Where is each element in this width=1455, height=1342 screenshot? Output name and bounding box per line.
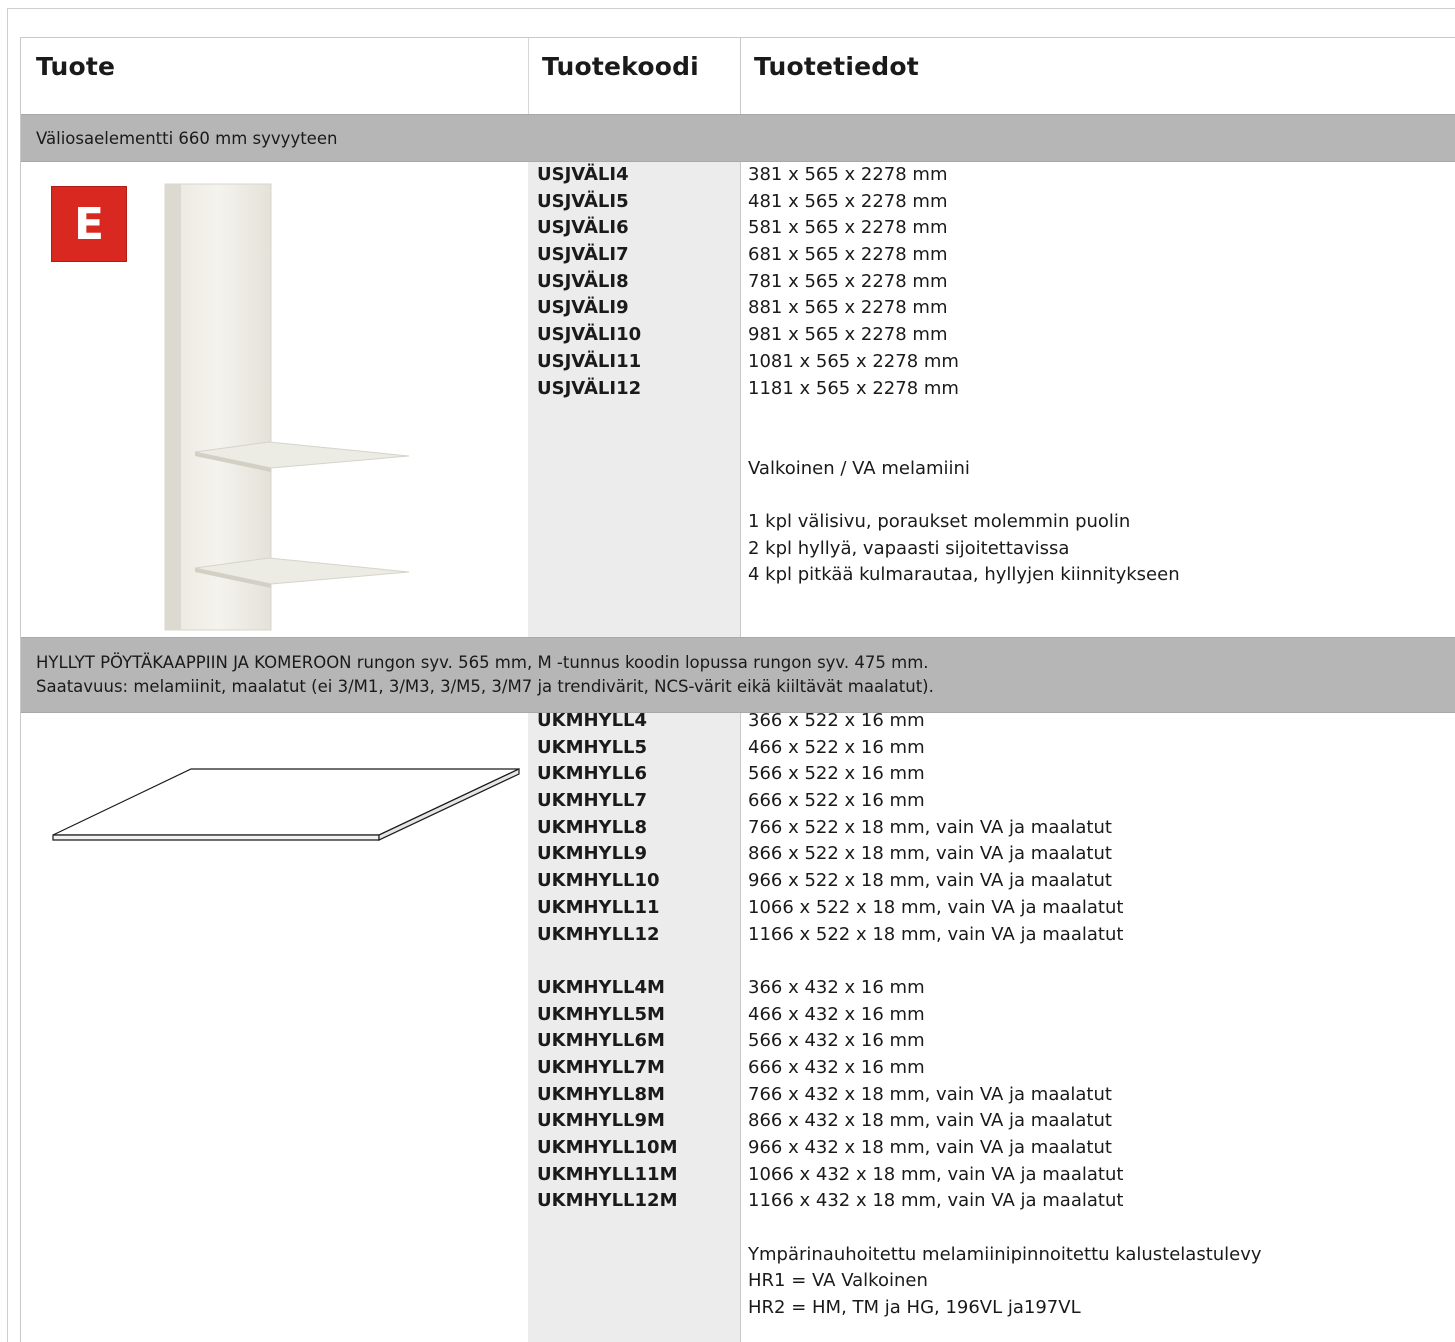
product-row-valiosa: E USJVÄLI4 USJVÄLI5 USJVÄLI6 USJVÄLI7 US… [21,162,1455,637]
dimension-text: 966 x 432 x 18 mm, vain VA ja maalatut [748,1137,1112,1158]
dimension-text: 681 x 565 x 2278 mm [748,244,948,266]
material-text: Valkoinen / VA melamiini [748,457,970,479]
section-subtitle: Saatavuus: melamiinit, maalatut (ei 3/M1… [36,677,934,696]
dimension-text: 866 x 432 x 18 mm, vain VA ja maalatut [748,1110,1112,1132]
dimension-text: 466 x 522 x 16 mm [748,736,925,758]
shelf-image [52,768,520,841]
dimension-text: 1066 x 432 x 18 mm, vain VA ja maalatut [748,1163,1124,1185]
product-code: UKMHYLL4M [537,976,665,998]
notes-text: Ympärinauhoitettu melamiinipinnoitettu k… [748,1243,1262,1265]
product-code: UKMHYLL11M [537,1163,678,1185]
section-title: Väliosaelementti 660 mm syvyyteen [36,129,338,148]
contents-text: 4 kpl pitkää kulmarautaa, hyllyjen kiinn… [748,564,1180,586]
product-codes-list: UKMHYLL4 UKMHYLL5 UKMHYLL6 UKMHYLL7 UKMH… [537,708,677,1215]
dimension-text: 781 x 565 x 2278 mm [748,270,948,292]
header-divider-1 [528,38,529,114]
dimension-text: 766 x 432 x 18 mm, vain VA ja maalatut [748,1083,1112,1105]
product-code: UKMHYLL9M [537,1110,665,1132]
header-tuote: Tuote [36,52,116,81]
product-code: UKMHYLL10 [537,870,660,892]
partition-element-image [164,183,410,631]
product-code: UKMHYLL7M [537,1056,665,1078]
product-codes-list: USJVÄLI4 USJVÄLI5 USJVÄLI6 USJVÄLI7 USJV… [537,162,641,402]
column-divider [740,162,741,637]
dimension-text: 581 x 565 x 2278 mm [748,217,948,239]
product-table: Tuote Tuotekoodi Tuotetiedot Väliosaelem… [20,37,1455,1342]
dimension-text: 566 x 432 x 16 mm [748,1030,925,1052]
dimension-text: 566 x 522 x 16 mm [748,763,925,785]
dimension-text: 481 x 565 x 2278 mm [748,190,948,212]
product-code: UKMHYLL8 [537,816,648,838]
product-code: USJVÄLI6 [537,217,629,239]
product-code: UKMHYLL10M [537,1137,678,1158]
dimension-text: 1081 x 565 x 2278 mm [748,350,959,372]
product-code: UKMHYLL7 [537,790,648,812]
dimension-text: 381 x 565 x 2278 mm [748,164,948,185]
column-divider [740,713,741,1342]
dimension-text: 981 x 565 x 2278 mm [748,324,948,346]
dimension-text: 1166 x 432 x 18 mm, vain VA ja maalatut [748,1190,1124,1212]
product-code: USJVÄLI11 [537,350,642,372]
product-code: UKMHYLL5M [537,1003,665,1025]
dimension-text: 466 x 432 x 16 mm [748,1003,925,1025]
product-code: UKMHYLL6M [537,1030,665,1052]
dimension-text: 666 x 522 x 16 mm [748,790,925,812]
contents-text: 1 kpl välisivu, poraukset molemmin puoli… [748,510,1131,532]
dimension-text: 366 x 522 x 16 mm [748,710,925,731]
dimension-text: 1066 x 522 x 18 mm, vain VA ja maalatut [748,896,1124,918]
product-code: USJVÄLI4 [537,164,629,185]
section-header-valiosa: Väliosaelementti 660 mm syvyyteen [21,114,1455,162]
dimension-text: 1181 x 565 x 2278 mm [748,377,959,399]
dimension-text: 666 x 432 x 16 mm [748,1056,925,1078]
header-tuotekoodi: Tuotekoodi [542,52,699,81]
product-code: USJVÄLI7 [537,244,629,266]
product-row-hyllyt: UKMHYLL4 UKMHYLL5 UKMHYLL6 UKMHYLL7 UKMH… [21,710,1455,1342]
contents-text: 2 kpl hyllyä, vapaasti sijoitettavissa [748,537,1070,559]
product-code: UKMHYLL12M [537,1190,678,1212]
dimension-text: 1166 x 522 x 18 mm, vain VA ja maalatut [748,923,1124,945]
product-code: UKMHYLL9 [537,843,648,865]
category-badge-e: E [51,186,127,262]
product-code: UKMHYLL12 [537,923,660,945]
product-code: UKMHYLL11 [537,896,660,918]
notes-text: HR1 = VA Valkoinen [748,1270,928,1292]
product-code: UKMHYLL4 [537,710,648,731]
product-code: USJVÄLI9 [537,297,629,319]
product-code: UKMHYLL8M [537,1083,665,1105]
product-code: USJVÄLI5 [537,190,629,212]
product-code: UKMHYLL5 [537,736,648,758]
dimension-text: 766 x 522 x 18 mm, vain VA ja maalatut [748,816,1112,838]
dimension-text: 966 x 522 x 18 mm, vain VA ja maalatut [748,870,1112,892]
product-code: USJVÄLI10 [537,324,642,346]
dimension-text: 866 x 522 x 18 mm, vain VA ja maalatut [748,843,1112,865]
header-tuotetiedot: Tuotetiedot [754,52,919,81]
notes-text: HR2 = HM, TM ja HG, 196VL ja197VL [748,1297,1081,1319]
dimension-text: 366 x 432 x 16 mm [748,976,925,998]
product-code: UKMHYLL6 [537,763,648,785]
table-header: Tuote Tuotekoodi Tuotetiedot [21,38,1455,114]
section-header-hyllyt: HYLLYT PÖYTÄKAAPPIIN JA KOMEROON rungon … [21,637,1455,713]
product-details: 366 x 522 x 16 mm 466 x 522 x 16 mm 566 … [748,708,1262,1322]
product-code: USJVÄLI12 [537,377,642,399]
dimension-text: 881 x 565 x 2278 mm [748,297,948,319]
product-code: USJVÄLI8 [537,270,629,292]
product-details: 381 x 565 x 2278 mm 481 x 565 x 2278 mm … [748,162,1180,589]
section-title: HYLLYT PÖYTÄKAAPPIIN JA KOMEROON rungon … [36,653,929,672]
header-divider-2 [740,38,741,114]
